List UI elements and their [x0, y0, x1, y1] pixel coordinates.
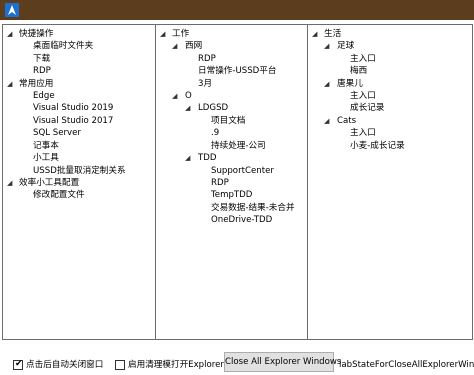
expand-arrow-icon[interactable]: ◢ — [324, 78, 329, 90]
expand-arrow-icon[interactable]: ◢ — [312, 28, 317, 40]
tree-node-item[interactable]: SupportCenter — [211, 165, 274, 177]
tree-node-group[interactable]: 效率小工具配置 — [19, 177, 79, 189]
tree-node-root[interactable]: 工作 — [172, 28, 189, 40]
tree-node-item[interactable]: 主入口 — [350, 53, 376, 65]
clean-open-label[interactable]: 启用清理模打开Explorer — [128, 359, 224, 371]
tree-node-item[interactable]: 小工具 — [33, 152, 59, 164]
expand-arrow-icon[interactable]: ◢ — [172, 40, 177, 52]
tree-panel-left[interactable]: ◢ 快捷操作 桌面临时文件夹 下载 RDP ◢ 常用应用 Edge Visual… — [2, 24, 156, 340]
tree-node-item[interactable]: 梅西 — [350, 65, 367, 77]
tree-node-group[interactable]: 西网 — [185, 40, 202, 52]
tree-node-item[interactable]: SQL Server — [33, 127, 81, 139]
expand-arrow-icon[interactable]: ◢ — [172, 90, 177, 102]
auto-close-label[interactable]: 点击后自动关闭窗口 — [26, 359, 103, 371]
tree-node-item[interactable]: Visual Studio 2019 — [33, 102, 113, 114]
tree-node-item[interactable]: Visual Studio 2017 — [33, 115, 113, 127]
tree-node-group[interactable]: O — [185, 90, 192, 102]
tree-node-item[interactable]: TempTDD — [211, 189, 252, 201]
tree-node-item[interactable]: Edge — [33, 90, 55, 102]
tree-node-item[interactable]: 桌面临时文件夹 — [33, 40, 93, 52]
tree-node-group[interactable]: 唐果儿 — [337, 78, 363, 90]
expand-arrow-icon[interactable]: ◢ — [7, 78, 12, 90]
tree-node-item[interactable]: 主入口 — [350, 127, 376, 139]
tree-node-item[interactable]: 小麦-成长记录 — [350, 140, 405, 152]
tree-node-item[interactable]: 项目文档 — [211, 115, 245, 127]
tree-node-group[interactable]: LDGSD — [198, 102, 228, 114]
tree-node-group[interactable]: TDD — [198, 152, 216, 164]
tree-node-group[interactable]: 快捷操作 — [19, 28, 53, 40]
checkmark-icon: ✔ — [15, 359, 23, 369]
tree-node-item[interactable]: OneDrive-TDD — [211, 214, 272, 226]
tree-node-group[interactable]: 足球 — [337, 40, 354, 52]
tree-node-item[interactable]: USSD批量取消定制关系 — [33, 165, 126, 177]
tree-node-group[interactable]: Cats — [337, 115, 356, 127]
expand-arrow-icon[interactable]: ◢ — [324, 40, 329, 52]
title-bar — [0, 0, 474, 20]
tree-node-item[interactable]: 3月 — [198, 78, 212, 90]
tree-node-root[interactable]: 生活 — [324, 28, 341, 40]
tree-node-item[interactable]: .9 — [211, 127, 219, 139]
tree-node-item[interactable]: 成长记录 — [350, 102, 384, 114]
auto-close-checkbox[interactable]: ✔ — [13, 359, 23, 370]
tree-panel-middle[interactable]: ◢ 工作 ◢ 西网 RDP 日常操作-USSD平台 3月 ◢ O ◢ LDGSD… — [155, 24, 308, 340]
tree-node-item[interactable]: 记事本 — [33, 140, 59, 152]
tree-node-item[interactable]: 持续处理-公司 — [211, 140, 266, 152]
expand-arrow-icon[interactable]: ◢ — [324, 115, 329, 127]
status-label: labStateForCloseAllExplorerWindow — [339, 360, 474, 370]
arrow-app-icon — [5, 3, 19, 17]
tree-node-item[interactable]: 修改配置文件 — [33, 189, 85, 201]
expand-arrow-icon[interactable]: ◢ — [185, 102, 190, 114]
tree-node-item[interactable]: RDP — [198, 53, 216, 65]
tree-node-item[interactable]: RDP — [33, 65, 51, 77]
tree-node-group[interactable]: 常用应用 — [19, 78, 53, 90]
close-all-explorer-button[interactable]: Close All Explorer Windows — [224, 352, 341, 372]
tree-node-item[interactable]: 交易数据-结果-未合并 — [211, 202, 295, 214]
tree-node-item[interactable]: RDP — [211, 177, 229, 189]
tree-node-item[interactable]: 主入口 — [350, 90, 376, 102]
expand-arrow-icon[interactable]: ◢ — [7, 177, 12, 189]
expand-arrow-icon[interactable]: ◢ — [7, 28, 12, 40]
tree-node-item[interactable]: 日常操作-USSD平台 — [198, 65, 276, 77]
clean-open-checkbox[interactable] — [115, 360, 125, 370]
tree-panel-right[interactable]: ◢ 生活 ◢ 足球 主入口 梅西 ◢ 唐果儿 主入口 成长记录 ◢ Cats 主… — [307, 24, 473, 340]
expand-arrow-icon[interactable]: ◢ — [185, 152, 190, 164]
expand-arrow-icon[interactable]: ◢ — [160, 28, 165, 40]
tree-node-item[interactable]: 下载 — [33, 53, 50, 65]
